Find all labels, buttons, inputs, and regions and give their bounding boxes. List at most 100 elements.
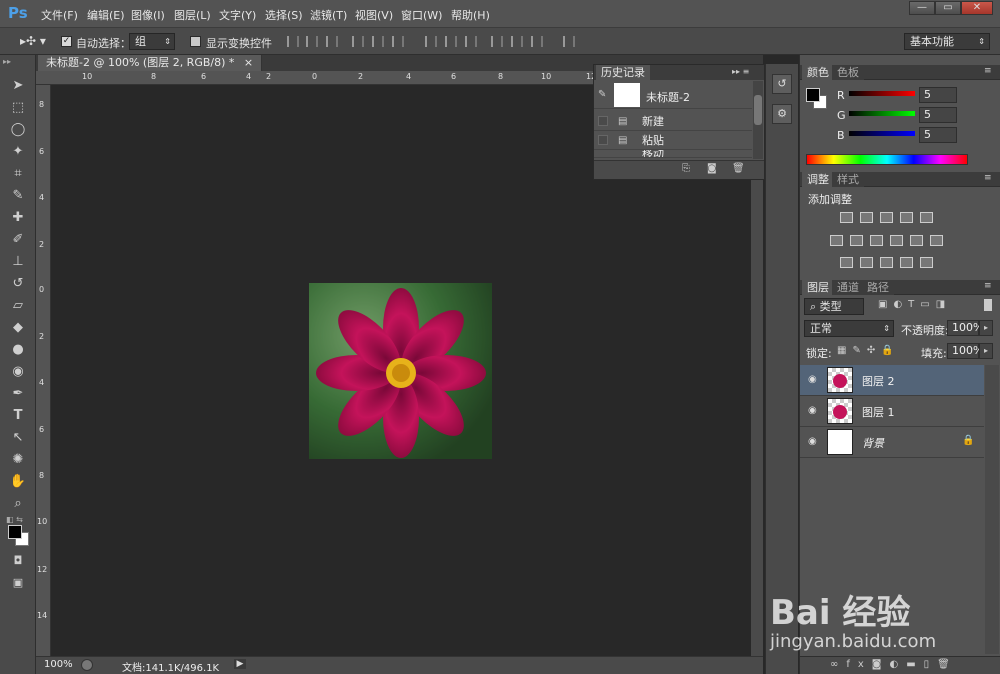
opacity-arrow-icon[interactable]: ▸ xyxy=(979,320,993,336)
crop-tool-icon[interactable]: ⌗ xyxy=(8,165,28,183)
foreground-color-swatch[interactable] xyxy=(8,525,22,539)
red-slider[interactable] xyxy=(849,91,915,96)
history-panel-icon[interactable]: ↺ xyxy=(772,74,792,94)
distribute-left-icon[interactable] xyxy=(491,36,503,47)
status-arrow-icon[interactable]: ▶ xyxy=(234,659,246,669)
marquee-tool-icon[interactable]: ⬚ xyxy=(8,99,28,117)
maximize-button[interactable]: ▭ xyxy=(935,1,961,15)
document-tab[interactable]: 未标题-2 @ 100% (图层 2, RGB/8) * × xyxy=(38,55,263,71)
menu-edit[interactable]: 编辑(E) xyxy=(87,7,125,23)
menu-window[interactable]: 窗口(W) xyxy=(401,7,442,23)
layer-name[interactable]: 图层 2 xyxy=(862,373,895,389)
align-right-icon[interactable] xyxy=(392,36,404,47)
path-select-tool-icon[interactable]: ↖ xyxy=(8,429,28,447)
black-white-icon[interactable] xyxy=(870,235,883,246)
green-value[interactable]: 5 xyxy=(919,107,957,123)
blend-mode-dropdown[interactable]: 正常 ⇕ xyxy=(804,320,894,337)
gradient-map-icon[interactable] xyxy=(920,257,933,268)
shape-tool-icon[interactable]: ✺ xyxy=(8,451,28,469)
show-transform-checkbox[interactable] xyxy=(190,36,201,47)
zoom-tool-icon[interactable]: ⌕ xyxy=(8,495,28,513)
distribute-top-icon[interactable] xyxy=(425,36,437,47)
color-spectrum[interactable] xyxy=(806,154,968,165)
blue-slider[interactable] xyxy=(849,131,915,136)
history-item[interactable]: 移动 xyxy=(594,150,752,158)
move-tool-icon[interactable]: ➤ xyxy=(8,77,28,95)
lock-icons[interactable]: ▦✎✣🔒 xyxy=(837,345,900,356)
channel-mixer-icon[interactable] xyxy=(910,235,923,246)
menu-view[interactable]: 视图(V) xyxy=(355,7,393,23)
history-item[interactable]: ▤ 粘贴 xyxy=(594,131,752,150)
lasso-tool-icon[interactable]: ◯ xyxy=(8,121,28,139)
brush-tool-icon[interactable]: ✐ xyxy=(8,231,28,249)
menu-filter[interactable]: 滤镜(T) xyxy=(310,7,347,23)
default-colors-icon[interactable]: ◧ ⇆ xyxy=(6,515,23,524)
layer-row-background[interactable]: ◉ 背景 🔒 xyxy=(800,427,984,458)
menu-file[interactable]: 文件(F) xyxy=(41,7,78,23)
close-tab-icon[interactable]: × xyxy=(244,56,253,69)
new-document-from-state-icon[interactable]: ⎘ xyxy=(682,163,690,174)
auto-select-dropdown[interactable]: 组 ⇕ xyxy=(129,33,175,50)
hue-saturation-icon[interactable] xyxy=(830,235,843,246)
invert-icon[interactable] xyxy=(840,257,853,268)
tab-channels[interactable]: 通道 xyxy=(832,280,864,295)
gradient-tool-icon[interactable]: ◆ xyxy=(8,319,28,337)
panel-menu-icon[interactable]: ≡ xyxy=(984,173,992,183)
tab-adjustments[interactable]: 调整 xyxy=(802,172,834,187)
magic-wand-tool-icon[interactable]: ✦ xyxy=(8,143,28,161)
eyedropper-tool-icon[interactable]: ✎ xyxy=(8,187,28,205)
trash-icon[interactable]: 🗑 xyxy=(732,163,745,174)
panel-menu-icon[interactable]: ▸▸ ≡ xyxy=(732,67,749,76)
auto-select-checkbox[interactable]: ✓ xyxy=(61,36,72,47)
layer-name[interactable]: 背景 xyxy=(862,435,884,451)
auto-align-icon[interactable] xyxy=(563,36,575,47)
flower-image[interactable] xyxy=(309,283,492,459)
move-tool-icon[interactable]: ▸✣ ▾ xyxy=(20,34,46,48)
hand-tool-icon[interactable]: ✋ xyxy=(8,473,28,491)
close-window-button[interactable]: ✕ xyxy=(961,1,993,15)
color-lookup-icon[interactable] xyxy=(930,235,943,246)
history-snapshot[interactable]: ✎ 未标题-2 xyxy=(594,81,752,109)
workspace-switcher[interactable]: 基本功能 ⇕ xyxy=(904,33,990,50)
vibrance-icon[interactable] xyxy=(920,212,933,223)
pen-tool-icon[interactable]: ✒ xyxy=(8,385,28,403)
status-menu-icon[interactable] xyxy=(81,659,93,671)
fill-arrow-icon[interactable]: ▸ xyxy=(979,343,993,359)
healing-tool-icon[interactable]: ✚ xyxy=(8,209,28,227)
eye-icon[interactable]: ◉ xyxy=(808,405,817,416)
type-tool-icon[interactable]: T xyxy=(8,407,28,425)
menu-image[interactable]: 图像(I) xyxy=(131,7,165,23)
clone-stamp-tool-icon[interactable]: ⊥ xyxy=(8,253,28,271)
exposure-icon[interactable] xyxy=(900,212,913,223)
opacity-input[interactable]: 100% xyxy=(947,320,983,336)
minimize-button[interactable]: — xyxy=(909,1,935,15)
tab-styles[interactable]: 样式 xyxy=(832,172,864,187)
layer-actions[interactable]: ∞fx◙◐▬▯🗑 xyxy=(830,659,958,670)
threshold-icon[interactable] xyxy=(880,257,893,268)
curves-icon[interactable] xyxy=(880,212,893,223)
align-hcenter-icon[interactable] xyxy=(372,36,384,47)
align-left-icon[interactable] xyxy=(352,36,364,47)
layer-row-1[interactable]: ◉ 图层 1 xyxy=(800,396,984,427)
distribute-hcenter-icon[interactable] xyxy=(511,36,523,47)
align-top-icon[interactable] xyxy=(287,36,299,47)
history-brush-source-icon[interactable]: ✎ xyxy=(598,89,606,100)
levels-icon[interactable] xyxy=(860,212,873,223)
quick-mask-icon[interactable]: ◘ xyxy=(8,552,28,570)
screen-mode-icon[interactable]: ▣ xyxy=(8,574,28,592)
panel-menu-icon[interactable]: ≡ xyxy=(984,66,992,76)
red-value[interactable]: 5 xyxy=(919,87,957,103)
color-balance-icon[interactable] xyxy=(850,235,863,246)
photo-filter-icon[interactable] xyxy=(890,235,903,246)
zoom-level[interactable]: 100% xyxy=(44,659,73,670)
camera-icon[interactable]: ◙ xyxy=(707,163,717,174)
blur-tool-icon[interactable]: ● xyxy=(8,341,28,359)
tab-color[interactable]: 颜色 xyxy=(802,65,834,80)
green-slider[interactable] xyxy=(849,111,915,116)
tab-history[interactable]: 历史记录 xyxy=(596,65,650,80)
blue-value[interactable]: 5 xyxy=(919,127,957,143)
panel-menu-icon[interactable]: ≡ xyxy=(984,281,992,291)
menu-select[interactable]: 选择(S) xyxy=(265,7,303,23)
menu-help[interactable]: 帮助(H) xyxy=(451,7,490,23)
filter-toggle[interactable] xyxy=(984,299,992,311)
